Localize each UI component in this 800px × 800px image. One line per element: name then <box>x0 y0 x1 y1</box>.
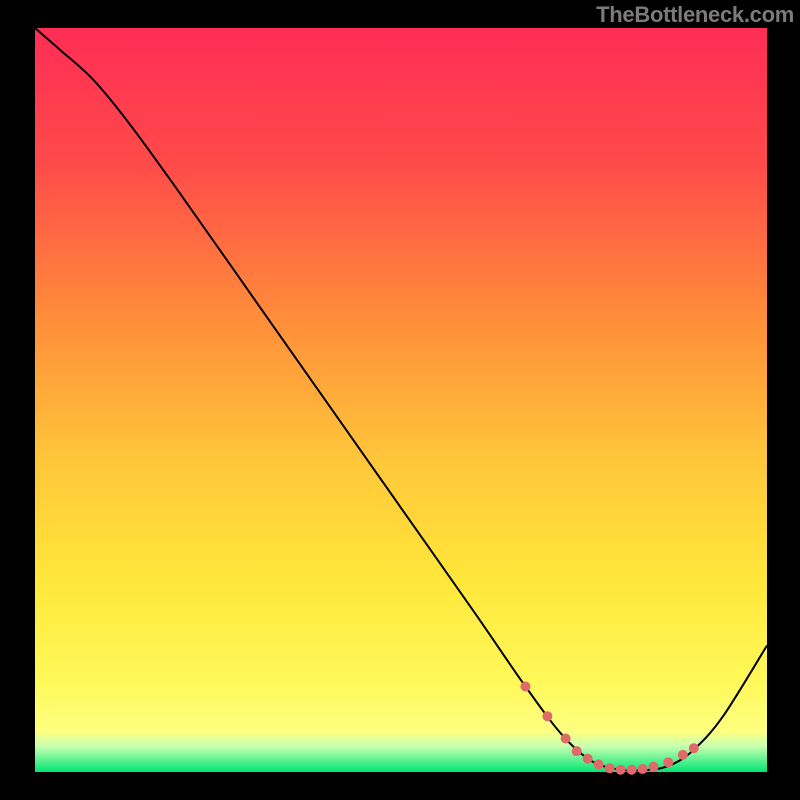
marker-dot <box>520 681 530 691</box>
marker-dot <box>583 754 593 764</box>
marker-dot <box>605 763 615 773</box>
marker-dot <box>561 734 571 744</box>
marker-dot <box>678 750 688 760</box>
marker-dot <box>616 765 626 775</box>
marker-dot <box>689 743 699 753</box>
marker-dot <box>572 746 582 756</box>
marker-dot <box>627 765 637 775</box>
chart-container: TheBottleneck.com <box>0 0 800 800</box>
marker-dot <box>638 764 648 774</box>
watermark-text: TheBottleneck.com <box>596 2 794 28</box>
gradient-background <box>35 28 767 772</box>
bottleneck-chart <box>0 0 800 800</box>
marker-dot <box>542 711 552 721</box>
marker-dot <box>594 760 604 770</box>
marker-dot <box>649 762 659 772</box>
marker-dot <box>663 757 673 767</box>
